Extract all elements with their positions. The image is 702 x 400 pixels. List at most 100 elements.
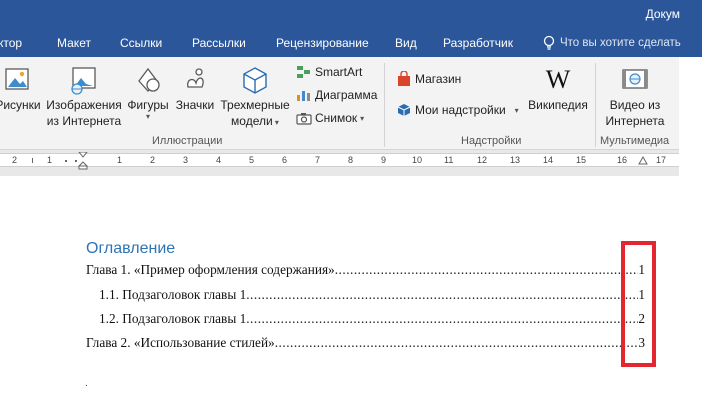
my-addins-label: Мои надстройки bbox=[415, 103, 506, 117]
shapes-label: Фигуры bbox=[127, 98, 169, 112]
wikipedia-label: Википедия bbox=[528, 98, 588, 112]
toc-leader-dots: ........................................… bbox=[246, 311, 638, 326]
right-indent-marker-icon[interactable] bbox=[638, 156, 648, 166]
online-pictures-label-1: Изображения bbox=[46, 98, 122, 112]
ruler-label: 4 bbox=[216, 155, 222, 165]
online-video-label-1: Видео из bbox=[609, 98, 661, 112]
ruler-tick bbox=[32, 158, 33, 163]
toc-entry[interactable]: 1.1. Подзаголовок главы 1 ..............… bbox=[99, 287, 645, 305]
toc-leader-dots: ........................................… bbox=[246, 287, 638, 302]
ruler-label: 6 bbox=[282, 155, 288, 165]
chevron-down-icon: ▾ bbox=[360, 113, 365, 123]
online-pictures-label-2: из Интернета bbox=[46, 114, 122, 128]
title-bar: Докум bbox=[0, 0, 702, 30]
tab-references[interactable]: Ссылки bbox=[120, 36, 162, 50]
ruler-label: 1 bbox=[47, 155, 53, 165]
tab-review[interactable]: Рецензирование bbox=[276, 36, 369, 50]
ruler-label: 17 bbox=[656, 155, 667, 165]
chevron-down-icon: ▾ bbox=[145, 112, 150, 121]
document-title: Докум bbox=[645, 7, 680, 21]
ruler-label: 2 bbox=[12, 155, 18, 165]
ruler-label: 3 bbox=[183, 155, 189, 165]
toc-entry[interactable]: 1.2. Подзаголовок главы 1 ..............… bbox=[99, 311, 645, 329]
smartart-icon bbox=[297, 66, 310, 78]
ruler-label: 10 bbox=[412, 155, 423, 165]
screenshot-label: Снимок bbox=[315, 111, 358, 125]
shapes-icon bbox=[138, 67, 160, 92]
ruler-label: 1 bbox=[117, 155, 123, 165]
toc-leader-dots: ........................................… bbox=[274, 335, 639, 350]
chart-label: Диаграмма bbox=[315, 88, 378, 102]
pictures-label: Рисунки bbox=[0, 98, 41, 112]
icons-button[interactable]: Значки bbox=[173, 65, 217, 113]
smartart-label: SmartArt bbox=[315, 65, 363, 79]
smartart-button[interactable]: SmartArt bbox=[296, 65, 362, 79]
tab-constructor[interactable]: ктор bbox=[0, 36, 22, 50]
toc-entry-title: 1.1. Подзаголовок главы 1 bbox=[99, 287, 247, 302]
group-separator bbox=[595, 63, 596, 147]
toc-entry-title: Глава 1. «Пример оформления содержания» bbox=[86, 262, 335, 277]
group-separator bbox=[384, 63, 385, 147]
horizontal-ruler[interactable]: 2 1 1 2 3 4 5 6 7 8 9 10 11 12 13 14 15 … bbox=[0, 152, 679, 170]
online-video-button[interactable]: Видео из Интернета bbox=[603, 65, 667, 129]
paragraph-mark: . bbox=[85, 378, 88, 389]
ruler-label: 2 bbox=[150, 155, 156, 165]
ruler-label: 13 bbox=[510, 155, 521, 165]
pictures-icon bbox=[5, 68, 29, 90]
ruler-label: 9 bbox=[381, 155, 387, 165]
ruler-label: 16 bbox=[617, 155, 628, 165]
3d-models-label-2: модели bbox=[231, 114, 273, 128]
ruler-label: 11 bbox=[444, 155, 454, 165]
camera-icon bbox=[296, 113, 312, 125]
shapes-button[interactable]: Фигуры ▾ bbox=[125, 65, 171, 121]
ruler-label: 7 bbox=[315, 155, 321, 165]
online-pictures-icon bbox=[71, 67, 96, 95]
toc-leader-dots: ........................................… bbox=[334, 262, 639, 277]
tab-mailings[interactable]: Рассылки bbox=[192, 36, 246, 50]
media-group-label: Мультимедиа bbox=[600, 135, 670, 147]
toc-entry-title: Глава 2. «Использование стилей» bbox=[86, 335, 275, 350]
chart-icon bbox=[297, 91, 310, 101]
3d-models-button[interactable]: Трехмерные модели ▾ bbox=[218, 65, 292, 129]
toc-entry-title: 1.2. Подзаголовок главы 1 bbox=[99, 311, 247, 326]
addins-group-label: Надстройки bbox=[461, 135, 522, 147]
icons-label: Значки bbox=[175, 98, 215, 112]
lightbulb-icon bbox=[543, 35, 555, 50]
store-icon bbox=[398, 71, 410, 86]
toc-entry[interactable]: Глава 2. «Использование стилей» ........… bbox=[86, 335, 645, 353]
pictures-button[interactable]: Рисунки bbox=[0, 65, 42, 113]
toc-entry[interactable]: Глава 1. «Пример оформления содержания» … bbox=[86, 262, 645, 280]
3d-cube-icon bbox=[243, 67, 267, 94]
chevron-down-icon: ▾ bbox=[272, 118, 279, 127]
3d-models-label-1: Трехмерные bbox=[220, 98, 290, 112]
ruler-dot bbox=[75, 160, 77, 162]
my-addins-button[interactable]: Мои надстройки ▾ bbox=[396, 102, 519, 118]
wikipedia-icon: W bbox=[545, 65, 571, 94]
wikipedia-button[interactable]: W Википедия bbox=[527, 65, 589, 113]
online-video-label-2: Интернета bbox=[605, 114, 665, 128]
ruler-label: 15 bbox=[576, 155, 587, 165]
store-label: Магазин bbox=[415, 72, 462, 86]
ruler-label: 12 bbox=[477, 155, 488, 165]
ribbon-edge bbox=[679, 57, 702, 175]
online-video-icon bbox=[622, 69, 648, 89]
page-numbers-highlight bbox=[621, 241, 656, 367]
ruler-label: 14 bbox=[543, 155, 554, 165]
tab-view[interactable]: Вид bbox=[395, 36, 417, 50]
indent-marker-icon[interactable] bbox=[78, 152, 88, 170]
store-button[interactable]: Магазин bbox=[396, 71, 461, 87]
tab-developer[interactable]: Разработчик bbox=[443, 36, 513, 50]
tab-layout[interactable]: Макет bbox=[57, 36, 91, 50]
ribbon-insert: Рисунки Изображения из Интернета Фигуры … bbox=[0, 57, 679, 150]
chevron-down-icon: ▾ bbox=[514, 105, 519, 115]
online-pictures-button[interactable]: Изображения из Интернета bbox=[44, 65, 124, 129]
icons-icon bbox=[187, 68, 204, 88]
illustrations-group-label: Иллюстрации bbox=[152, 135, 223, 147]
ruler-label: 5 bbox=[249, 155, 255, 165]
ruler-label: 8 bbox=[348, 155, 354, 165]
toc-heading: Оглавление bbox=[86, 240, 176, 257]
tell-me-search[interactable]: Что вы хотите сделать bbox=[560, 37, 681, 49]
chart-button[interactable]: Диаграмма bbox=[296, 88, 377, 102]
ruler-dot bbox=[65, 160, 67, 162]
screenshot-button[interactable]: Снимок ▾ bbox=[296, 111, 364, 125]
